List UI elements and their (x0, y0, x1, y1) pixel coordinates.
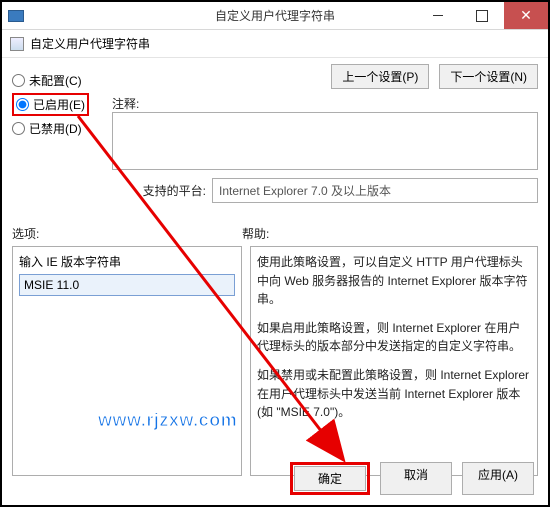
radio-enabled-label: 已启用(E) (33, 96, 85, 113)
options-label: 选项: (12, 225, 242, 242)
watermark-text: www.rjzxw.com (98, 410, 237, 431)
title-bar: 自定义用户代理字符串 ✕ (2, 2, 548, 30)
maximize-button[interactable] (460, 2, 504, 29)
radio-disabled-label: 已禁用(D) (29, 120, 82, 137)
window-title: 自定义用户代理字符串 (215, 7, 335, 24)
cancel-button[interactable]: 取消 (380, 462, 452, 495)
apply-button[interactable]: 应用(A) (462, 462, 534, 495)
ok-button[interactable]: 确定 (294, 466, 366, 491)
help-text-1: 使用此策略设置，可以自定义 HTTP 用户代理标头中向 Web 服务器报告的 I… (257, 253, 531, 309)
comment-textarea[interactable] (112, 112, 538, 170)
sub-header-title: 自定义用户代理字符串 (30, 35, 150, 52)
platform-field: Internet Explorer 7.0 及以上版本 (212, 178, 538, 203)
window-frame: 自定义用户代理字符串 ✕ 自定义用户代理字符串 未配置(C) 已启用(E) (0, 0, 550, 507)
platform-label: 支持的平台: (112, 182, 212, 199)
help-text-3: 如果禁用或未配置此策略设置，则 Internet Explorer 在用户代理标… (257, 366, 531, 422)
radio-not-configured-input[interactable] (12, 74, 25, 87)
next-setting-button[interactable]: 下一个设置(N) (439, 64, 538, 89)
section-labels: 选项: 帮助: (12, 225, 538, 242)
radio-group: 未配置(C) 已启用(E) 已禁用(D) (12, 64, 112, 203)
app-icon (8, 10, 24, 22)
ok-highlight: 确定 (290, 462, 370, 495)
ua-input-label: 输入 IE 版本字符串 (19, 253, 235, 270)
help-text-2: 如果启用此策略设置，则 Internet Explorer 在用户代理标头的版本… (257, 319, 531, 356)
top-row: 未配置(C) 已启用(E) 已禁用(D) 上一个设置(P) 下一个设置(N) (12, 64, 538, 203)
minimize-button[interactable] (416, 2, 460, 29)
options-panel: 输入 IE 版本字符串 (12, 246, 242, 476)
platform-row: 支持的平台: Internet Explorer 7.0 及以上版本 (112, 178, 538, 203)
top-right: 上一个设置(P) 下一个设置(N) 注释: 支持的平台: Internet Ex… (112, 64, 538, 203)
prev-setting-button[interactable]: 上一个设置(P) (331, 64, 429, 89)
radio-enabled[interactable]: 已启用(E) (16, 96, 85, 113)
dialog-buttons: 确定 取消 应用(A) (290, 462, 534, 495)
radio-enabled-input[interactable] (16, 98, 29, 111)
close-button[interactable]: ✕ (504, 2, 548, 29)
window-controls: ✕ (416, 2, 548, 29)
nav-buttons: 上一个设置(P) 下一个设置(N) (112, 64, 538, 89)
help-label: 帮助: (242, 225, 538, 242)
radio-disabled[interactable]: 已禁用(D) (12, 120, 112, 137)
sub-header: 自定义用户代理字符串 (2, 30, 548, 58)
radio-not-configured-label: 未配置(C) (29, 72, 82, 89)
content-area: 未配置(C) 已启用(E) 已禁用(D) 上一个设置(P) 下一个设置(N) (2, 58, 548, 505)
enabled-highlight: 已启用(E) (12, 93, 89, 116)
help-panel: 使用此策略设置，可以自定义 HTTP 用户代理标头中向 Web 服务器报告的 I… (250, 246, 538, 476)
policy-icon (10, 37, 24, 51)
radio-disabled-input[interactable] (12, 122, 25, 135)
ua-string-input[interactable] (19, 274, 235, 296)
comment-label: 注释: (112, 95, 538, 112)
lower-panels: 输入 IE 版本字符串 使用此策略设置，可以自定义 HTTP 用户代理标头中向 … (12, 246, 538, 476)
radio-not-configured[interactable]: 未配置(C) (12, 72, 112, 89)
